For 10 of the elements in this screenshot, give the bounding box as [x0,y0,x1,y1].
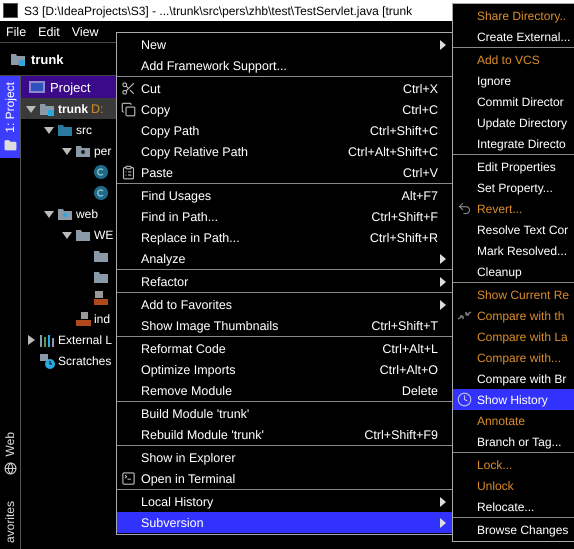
tree-label: ind [94,312,110,326]
tree-label: WE [94,228,114,242]
tree-label: per [94,144,112,158]
tree-label: trunk [58,102,88,116]
window-title: S3 [D:\IdeaProjects\S3] - ...\trunk\src\pers\zhb\test\TestServlet.java [trunk [24,4,412,18]
tree-label: Scratches [58,354,112,368]
path-label: D: [91,102,104,116]
tree-label: src [76,122,92,136]
tree-label: External L [58,332,112,346]
tree-label: web [76,206,98,220]
